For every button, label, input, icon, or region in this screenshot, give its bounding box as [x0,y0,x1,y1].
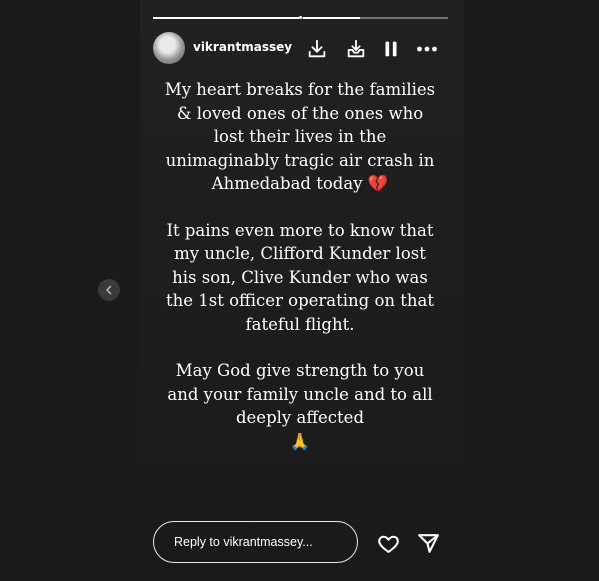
story-caption: My heart breaks for the families & loved… [160,78,440,476]
progress-marker [299,16,302,19]
username[interactable]: vikrantmassey [193,40,292,54]
broken-heart-icon: 💔 [367,174,389,193]
reply-input[interactable] [153,521,358,563]
folded-hands-icon: 🙏 [289,431,311,451]
previous-story-button[interactable] [98,279,120,301]
heart-icon[interactable] [375,530,401,556]
story-header: vikrantmassey [153,32,448,64]
caption-paragraph-3: May God give strength to you and your fa… [160,359,440,453]
chevron-left-icon [106,285,112,295]
more-icon[interactable] [415,37,439,61]
download-inbox-icon[interactable] [344,37,368,61]
pause-icon[interactable] [379,37,403,61]
send-icon[interactable] [415,530,441,556]
story-progress-bar [153,16,448,19]
caption-paragraph-1: My heart breaks for the families & loved… [160,78,440,196]
avatar[interactable] [153,32,185,64]
caption-paragraph-1-text: My heart breaks for the families & loved… [164,80,436,193]
caption-paragraph-2: It pains even more to know that my uncle… [165,220,435,334]
progress-segment-1 [153,17,299,19]
caption-paragraph-3-text: May God give strength to you and your fa… [167,361,433,427]
download-icon[interactable] [305,37,329,61]
progress-segment-2 [303,17,360,19]
